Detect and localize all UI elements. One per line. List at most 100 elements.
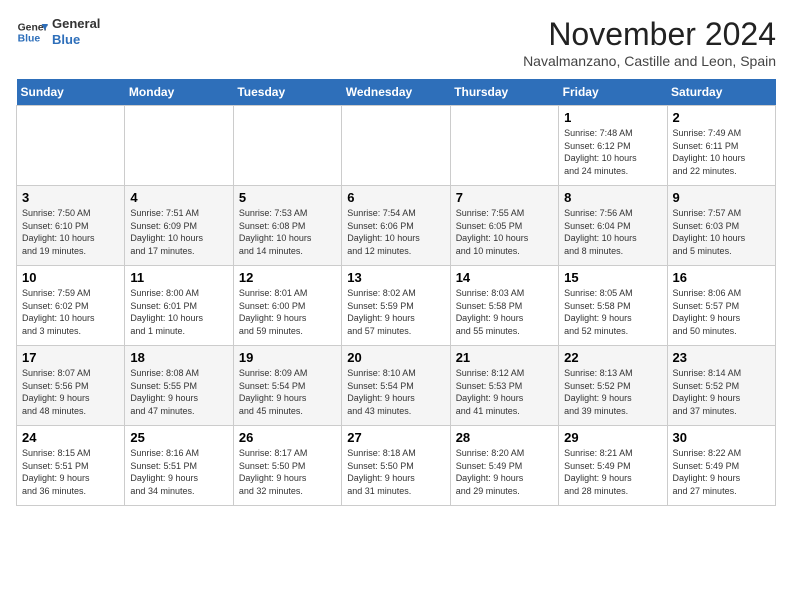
day-info: Sunrise: 8:18 AM Sunset: 5:50 PM Dayligh… (347, 447, 444, 497)
day-info: Sunrise: 8:08 AM Sunset: 5:55 PM Dayligh… (130, 367, 227, 417)
day-info: Sunrise: 8:14 AM Sunset: 5:52 PM Dayligh… (673, 367, 770, 417)
calendar-cell (450, 106, 558, 186)
calendar-week-row: 17Sunrise: 8:07 AM Sunset: 5:56 PM Dayli… (17, 346, 776, 426)
calendar-cell: 18Sunrise: 8:08 AM Sunset: 5:55 PM Dayli… (125, 346, 233, 426)
day-number: 3 (22, 190, 119, 205)
day-info: Sunrise: 8:21 AM Sunset: 5:49 PM Dayligh… (564, 447, 661, 497)
day-number: 27 (347, 430, 444, 445)
day-info: Sunrise: 8:03 AM Sunset: 5:58 PM Dayligh… (456, 287, 553, 337)
day-number: 8 (564, 190, 661, 205)
calendar-cell: 1 Sunrise: 7:48 AM Sunset: 6:12 PM Daylig… (559, 106, 667, 186)
calendar-cell: 23 Sunrise: 8:14 AM Sunset: 5:52 PM Dayli… (667, 346, 775, 426)
calendar-cell: 20Sunrise: 8:10 AM Sunset: 5:54 PM Dayli… (342, 346, 450, 426)
month-title: November 2024 (523, 16, 776, 53)
calendar-cell: 17Sunrise: 8:07 AM Sunset: 5:56 PM Dayli… (17, 346, 125, 426)
calendar-cell: 6 Sunrise: 7:54 AM Sunset: 6:06 PM Daylig… (342, 186, 450, 266)
day-number: 13 (347, 270, 444, 285)
day-number: 6 (347, 190, 444, 205)
day-info: Sunrise: 7:55 AM Sunset: 6:05 PM Dayligh… (456, 207, 553, 257)
weekday-header-row: SundayMondayTuesdayWednesdayThursdayFrid… (17, 79, 776, 106)
calendar-cell: 5 Sunrise: 7:53 AM Sunset: 6:08 PM Daylig… (233, 186, 341, 266)
logo-text-line1: General (52, 16, 100, 32)
calendar-cell: 16 Sunrise: 8:06 AM Sunset: 5:57 PM Dayli… (667, 266, 775, 346)
calendar-cell: 21 Sunrise: 8:12 AM Sunset: 5:53 PM Dayli… (450, 346, 558, 426)
day-number: 11 (130, 270, 227, 285)
weekday-header-sunday: Sunday (17, 79, 125, 106)
calendar-cell (342, 106, 450, 186)
calendar-cell: 14 Sunrise: 8:03 AM Sunset: 5:58 PM Dayli… (450, 266, 558, 346)
day-info: Sunrise: 7:56 AM Sunset: 6:04 PM Dayligh… (564, 207, 661, 257)
day-number: 15 (564, 270, 661, 285)
day-info: Sunrise: 8:07 AM Sunset: 5:56 PM Dayligh… (22, 367, 119, 417)
day-info: Sunrise: 7:49 AM Sunset: 6:11 PM Dayligh… (673, 127, 770, 177)
header: General Blue General Blue November 2024 … (16, 16, 776, 69)
day-number: 16 (673, 270, 770, 285)
day-info: Sunrise: 8:00 AM Sunset: 6:01 PM Dayligh… (130, 287, 227, 337)
calendar-cell: 27 Sunrise: 8:18 AM Sunset: 5:50 PM Dayli… (342, 426, 450, 506)
day-number: 1 (564, 110, 661, 125)
calendar-body: 1 Sunrise: 7:48 AM Sunset: 6:12 PM Daylig… (17, 106, 776, 506)
calendar-week-row: 3 Sunrise: 7:50 AM Sunset: 6:10 PM Daylig… (17, 186, 776, 266)
day-number: 21 (456, 350, 553, 365)
day-info: Sunrise: 8:17 AM Sunset: 5:50 PM Dayligh… (239, 447, 336, 497)
logo-icon: General Blue (16, 16, 48, 48)
day-info: Sunrise: 8:05 AM Sunset: 5:58 PM Dayligh… (564, 287, 661, 337)
calendar-cell: 3 Sunrise: 7:50 AM Sunset: 6:10 PM Daylig… (17, 186, 125, 266)
day-number: 25 (130, 430, 227, 445)
day-info: Sunrise: 8:06 AM Sunset: 5:57 PM Dayligh… (673, 287, 770, 337)
day-number: 29 (564, 430, 661, 445)
day-info: Sunrise: 7:53 AM Sunset: 6:08 PM Dayligh… (239, 207, 336, 257)
calendar-cell: 12Sunrise: 8:01 AM Sunset: 6:00 PM Dayli… (233, 266, 341, 346)
day-info: Sunrise: 7:54 AM Sunset: 6:06 PM Dayligh… (347, 207, 444, 257)
weekday-header-friday: Friday (559, 79, 667, 106)
day-number: 14 (456, 270, 553, 285)
day-number: 23 (673, 350, 770, 365)
calendar-week-row: 1 Sunrise: 7:48 AM Sunset: 6:12 PM Daylig… (17, 106, 776, 186)
day-info: Sunrise: 8:10 AM Sunset: 5:54 PM Dayligh… (347, 367, 444, 417)
day-number: 19 (239, 350, 336, 365)
weekday-header-thursday: Thursday (450, 79, 558, 106)
calendar-cell: 11 Sunrise: 8:00 AM Sunset: 6:01 PM Dayli… (125, 266, 233, 346)
weekday-header-monday: Monday (125, 79, 233, 106)
logo-text-line2: Blue (52, 32, 100, 48)
svg-text:Blue: Blue (18, 34, 41, 45)
weekday-header-tuesday: Tuesday (233, 79, 341, 106)
day-number: 2 (673, 110, 770, 125)
day-info: Sunrise: 7:50 AM Sunset: 6:10 PM Dayligh… (22, 207, 119, 257)
day-info: Sunrise: 8:16 AM Sunset: 5:51 PM Dayligh… (130, 447, 227, 497)
day-number: 5 (239, 190, 336, 205)
day-info: Sunrise: 7:59 AM Sunset: 6:02 PM Dayligh… (22, 287, 119, 337)
logo: General Blue General Blue (16, 16, 100, 48)
weekday-header-wednesday: Wednesday (342, 79, 450, 106)
calendar-cell (17, 106, 125, 186)
calendar-cell (125, 106, 233, 186)
day-number: 28 (456, 430, 553, 445)
day-info: Sunrise: 8:09 AM Sunset: 5:54 PM Dayligh… (239, 367, 336, 417)
calendar-table: SundayMondayTuesdayWednesdayThursdayFrid… (16, 79, 776, 506)
day-info: Sunrise: 8:12 AM Sunset: 5:53 PM Dayligh… (456, 367, 553, 417)
calendar-header: SundayMondayTuesdayWednesdayThursdayFrid… (17, 79, 776, 106)
calendar-cell: 29 Sunrise: 8:21 AM Sunset: 5:49 PM Dayli… (559, 426, 667, 506)
day-number: 9 (673, 190, 770, 205)
day-number: 10 (22, 270, 119, 285)
day-info: Sunrise: 8:20 AM Sunset: 5:49 PM Dayligh… (456, 447, 553, 497)
calendar-cell: 10 Sunrise: 7:59 AM Sunset: 6:02 PM Dayli… (17, 266, 125, 346)
calendar-cell: 9Sunrise: 7:57 AM Sunset: 6:03 PM Daylig… (667, 186, 775, 266)
day-number: 26 (239, 430, 336, 445)
calendar-cell: 30Sunrise: 8:22 AM Sunset: 5:49 PM Dayli… (667, 426, 775, 506)
calendar-cell: 13Sunrise: 8:02 AM Sunset: 5:59 PM Dayli… (342, 266, 450, 346)
calendar-cell: 26 Sunrise: 8:17 AM Sunset: 5:50 PM Dayli… (233, 426, 341, 506)
calendar-cell (233, 106, 341, 186)
title-area: November 2024 Navalmanzano, Castille and… (523, 16, 776, 69)
weekday-header-saturday: Saturday (667, 79, 775, 106)
calendar-cell: 22Sunrise: 8:13 AM Sunset: 5:52 PM Dayli… (559, 346, 667, 426)
day-info: Sunrise: 7:48 AM Sunset: 6:12 PM Dayligh… (564, 127, 661, 177)
calendar-cell: 8 Sunrise: 7:56 AM Sunset: 6:04 PM Daylig… (559, 186, 667, 266)
day-info: Sunrise: 8:01 AM Sunset: 6:00 PM Dayligh… (239, 287, 336, 337)
day-number: 4 (130, 190, 227, 205)
calendar-cell: 25 Sunrise: 8:16 AM Sunset: 5:51 PM Dayli… (125, 426, 233, 506)
calendar-cell: 2 Sunrise: 7:49 AM Sunset: 6:11 PM Daylig… (667, 106, 775, 186)
calendar-cell: 19 Sunrise: 8:09 AM Sunset: 5:54 PM Dayli… (233, 346, 341, 426)
calendar-cell: 15 Sunrise: 8:05 AM Sunset: 5:58 PM Dayli… (559, 266, 667, 346)
calendar-cell: 24Sunrise: 8:15 AM Sunset: 5:51 PM Dayli… (17, 426, 125, 506)
